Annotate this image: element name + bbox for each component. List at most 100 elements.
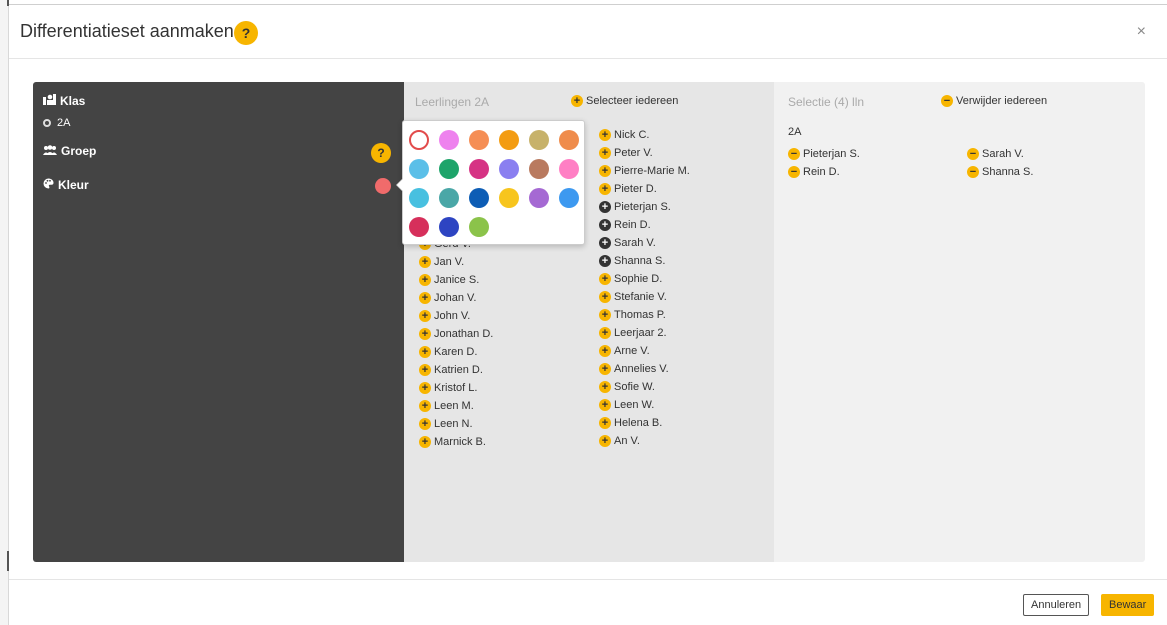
student-item[interactable]: + Pieter D. <box>599 183 657 195</box>
student-item[interactable]: + Kristof L. <box>419 382 477 394</box>
student-name: Leen M. <box>434 400 474 412</box>
klas-option[interactable]: 2A <box>43 117 70 129</box>
minus-icon: − <box>788 148 800 160</box>
student-item[interactable]: + Janice S. <box>419 274 479 286</box>
student-item[interactable]: + Leen N. <box>419 418 473 430</box>
color-swatch[interactable] <box>409 159 429 179</box>
student-item[interactable]: − Shanna S. <box>967 166 1033 178</box>
student-item[interactable]: + Johan V. <box>419 292 476 304</box>
remove-all-button[interactable]: − Verwijder iedereen <box>941 95 1047 107</box>
color-swatch[interactable] <box>529 159 549 179</box>
student-item[interactable]: + Nick C. <box>599 129 649 141</box>
student-item[interactable]: + Sofie W. <box>599 381 655 393</box>
plus-icon: + <box>419 364 431 376</box>
student-item[interactable]: + Pierre-Marie M. <box>599 165 690 177</box>
student-item[interactable]: + Jonathan D. <box>419 328 493 340</box>
student-name: John V. <box>434 310 471 322</box>
plus-icon: + <box>571 95 583 107</box>
student-name: Sofie W. <box>614 381 655 393</box>
help-icon[interactable]: ? <box>234 21 258 45</box>
groep-heading[interactable]: Groep <box>43 144 96 158</box>
color-swatch[interactable] <box>469 130 489 150</box>
student-name: Leen W. <box>614 399 655 411</box>
student-item[interactable]: + Leen M. <box>419 400 474 412</box>
color-swatch[interactable] <box>469 188 489 208</box>
student-name: Marnick B. <box>434 436 486 448</box>
save-button[interactable]: Bewaar <box>1101 594 1155 616</box>
student-item[interactable]: + An V. <box>599 435 640 447</box>
color-swatch[interactable] <box>409 188 429 208</box>
color-swatch[interactable] <box>559 188 579 208</box>
color-swatch[interactable] <box>499 188 519 208</box>
help-icon[interactable]: ? <box>371 143 391 163</box>
color-swatch[interactable] <box>469 217 489 237</box>
color-swatch[interactable] <box>439 188 459 208</box>
student-item[interactable]: + Shanna S. <box>599 255 665 267</box>
student-name: Nick C. <box>614 129 650 141</box>
student-name: Rein D. <box>614 219 651 231</box>
student-item[interactable]: − Pieterjan S. <box>788 148 860 160</box>
palette-icon <box>43 178 54 192</box>
select-all-button[interactable]: + Selecteer iedereen <box>571 95 678 107</box>
color-swatch[interactable] <box>499 130 519 150</box>
plus-icon: + <box>419 328 431 340</box>
color-swatch[interactable] <box>439 159 459 179</box>
plus-icon: + <box>599 345 611 357</box>
student-name: Pierre-Marie M. <box>614 165 690 177</box>
student-item[interactable]: − Rein D. <box>788 166 840 178</box>
student-item[interactable]: + Pieterjan S. <box>599 201 671 213</box>
student-item[interactable]: + Leerjaar 2. <box>599 327 667 339</box>
kleur-heading[interactable]: Kleur <box>43 178 89 192</box>
student-item[interactable]: + Stefanie V. <box>599 291 667 303</box>
minus-icon: − <box>967 166 979 178</box>
differentiation-modal: Differentiatieset aanmaken ? × Klas 2A G… <box>9 4 1167 625</box>
student-item[interactable]: + John V. <box>419 310 470 322</box>
color-swatch[interactable] <box>529 130 549 150</box>
color-picker-button[interactable] <box>375 178 391 194</box>
plus-icon: + <box>419 292 431 304</box>
close-icon[interactable]: × <box>1137 23 1146 41</box>
minus-icon: − <box>941 95 953 107</box>
student-name: Rein D. <box>803 166 840 178</box>
student-item[interactable]: + Annelies V. <box>599 363 669 375</box>
student-item[interactable]: + Thomas P. <box>599 309 666 321</box>
student-name: Annelies V. <box>614 363 669 375</box>
student-name: Helena B. <box>614 417 663 429</box>
student-item[interactable]: + Marnick B. <box>419 436 486 448</box>
cancel-button[interactable]: Annuleren <box>1023 594 1090 616</box>
color-swatch[interactable] <box>499 159 519 179</box>
student-name: Katrien D. <box>434 364 483 376</box>
plus-icon: + <box>419 346 431 358</box>
color-swatch[interactable] <box>439 217 459 237</box>
plus-icon: + <box>599 399 611 411</box>
color-palette-popover <box>396 120 585 245</box>
selection-group-label: 2A <box>788 126 802 138</box>
student-item[interactable]: + Sarah V. <box>599 237 656 249</box>
student-item[interactable]: + Katrien D. <box>419 364 483 376</box>
users-icon <box>43 144 57 158</box>
student-item[interactable]: + Peter V. <box>599 147 653 159</box>
student-item[interactable]: + Rein D. <box>599 219 651 231</box>
color-swatch[interactable] <box>529 188 549 208</box>
student-name: Stefanie V. <box>614 291 667 303</box>
color-swatch[interactable] <box>469 159 489 179</box>
color-swatch[interactable] <box>409 217 429 237</box>
student-item[interactable]: + Karen D. <box>419 346 477 358</box>
color-swatch[interactable] <box>559 130 579 150</box>
student-name: Pieterjan S. <box>803 148 860 160</box>
student-item[interactable]: − Sarah V. <box>967 148 1024 160</box>
student-item[interactable]: + Leen W. <box>599 399 654 411</box>
color-swatch[interactable] <box>439 130 459 150</box>
plus-icon: + <box>419 436 431 448</box>
student-name: Karen D. <box>434 346 478 358</box>
student-item[interactable]: + Jan V. <box>419 256 464 268</box>
student-name: Janice S. <box>434 274 480 286</box>
student-item[interactable]: + Helena B. <box>599 417 662 429</box>
student-item[interactable]: + Sophie D. <box>599 273 662 285</box>
selection-panel-title: Selectie (4) lln <box>788 95 865 109</box>
plus-icon: + <box>599 291 611 303</box>
color-swatch[interactable] <box>559 159 579 179</box>
no-color-swatch[interactable] <box>409 130 429 150</box>
student-item[interactable]: + Arne V. <box>599 345 650 357</box>
plus-icon: + <box>419 256 431 268</box>
